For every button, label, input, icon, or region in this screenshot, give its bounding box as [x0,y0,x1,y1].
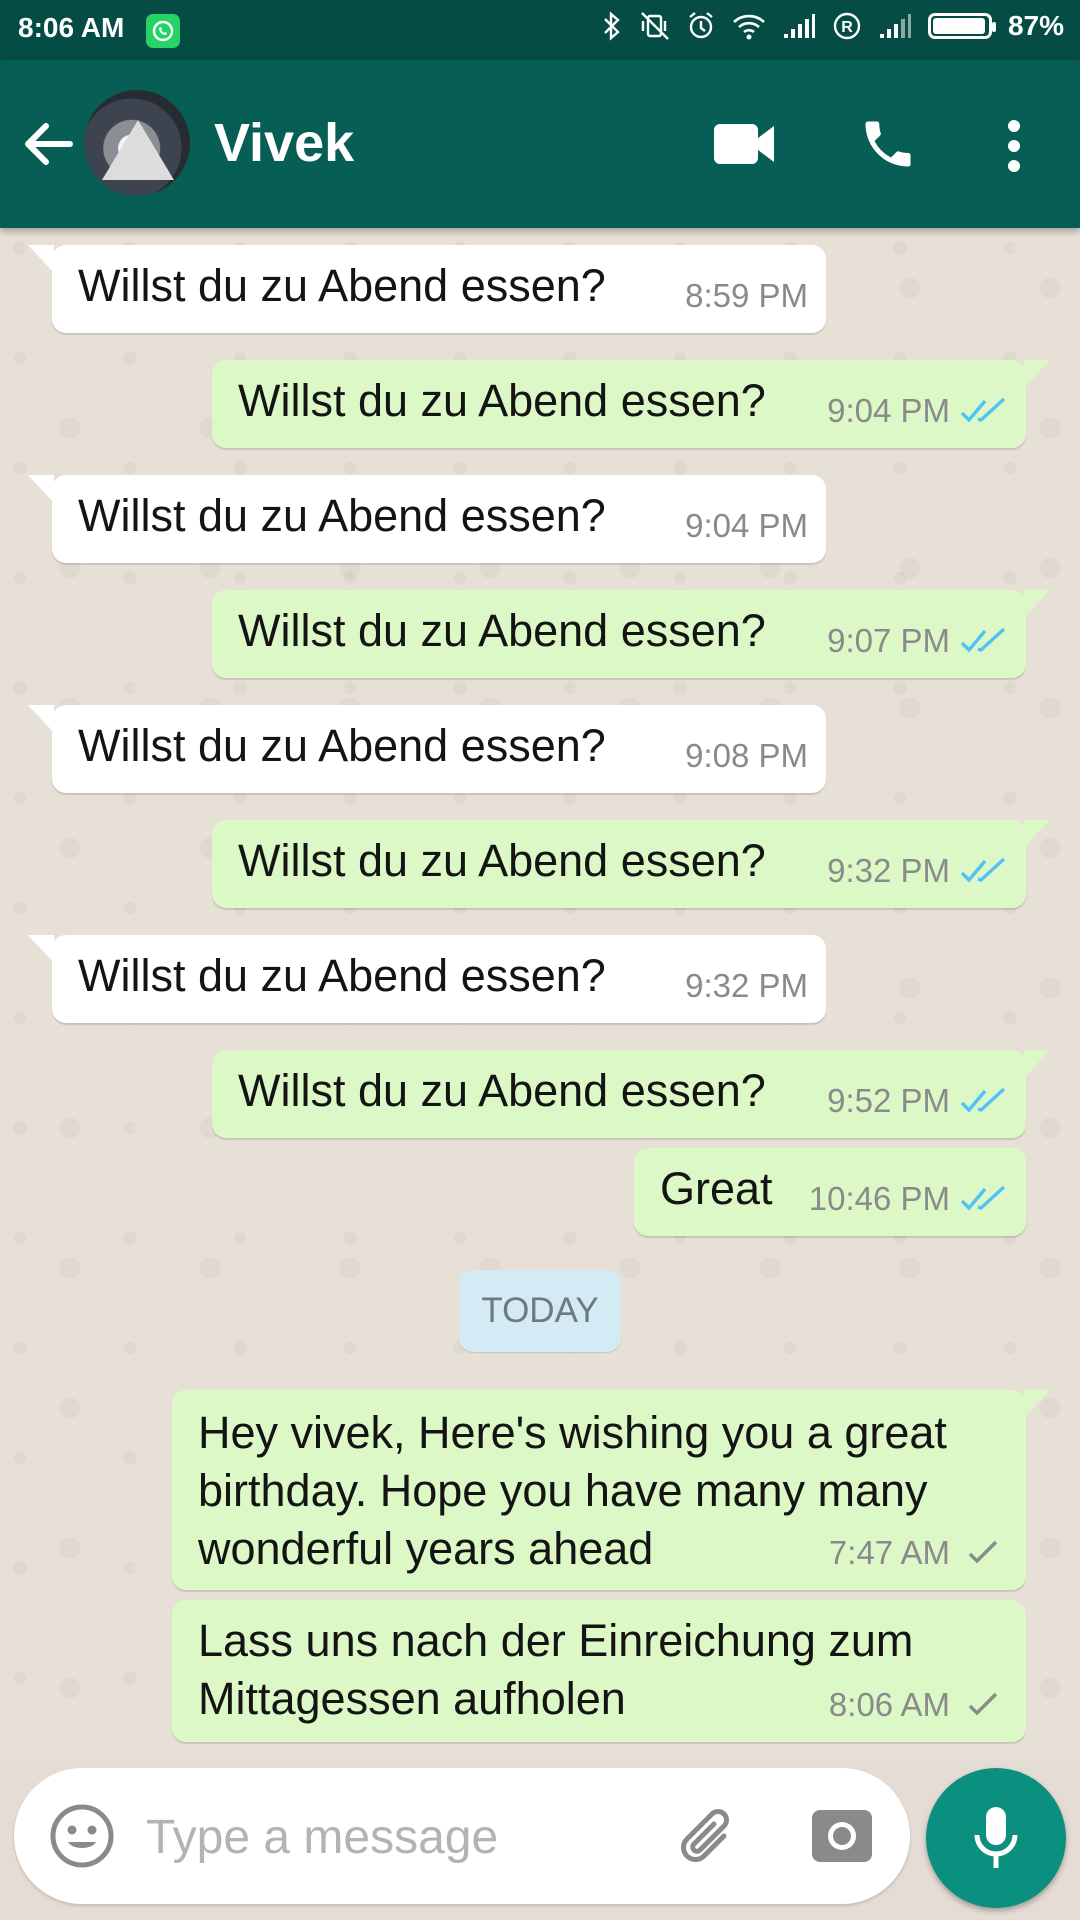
check-sent-icon [968,1692,998,1716]
message-time: 8:06 AM [828,1686,950,1723]
message-time: 10:46 PM [808,1180,950,1217]
status-time: 8:06 AM [18,12,125,43]
message-time: 8:59 PM [685,277,808,314]
double-check-read-icon [960,857,1006,883]
incoming-message[interactable]: Willst du zu Abend essen? 8:59 PM [28,245,826,333]
svg-text:R: R [841,19,853,36]
bluetooth-icon [602,11,622,41]
vibrate-off-icon [638,11,670,41]
whatsapp-icon [146,14,180,48]
more-vert-icon[interactable] [1000,116,1028,176]
message-text: Willst du zu Abend essen? [78,720,606,771]
message-time: 9:07 PM [827,622,950,659]
avatar[interactable] [84,90,190,196]
message-time: 9:04 PM [685,507,808,544]
phone-icon[interactable] [858,114,918,174]
video-call-icon[interactable] [712,118,776,170]
outgoing-message[interactable]: Great 10:46 PM [634,1148,1026,1236]
message-time: 9:32 PM [685,967,808,1004]
date-separator: TODAY [459,1270,621,1352]
double-check-read-icon [960,397,1006,423]
wifi-icon [732,12,766,40]
mic-button[interactable] [926,1768,1066,1908]
message-text: Willst du zu Abend essen? [238,605,766,656]
double-check-read-icon [960,1185,1006,1211]
alarm-icon [686,11,716,41]
contact-name[interactable]: Vivek [214,112,354,174]
message-time: 9:52 PM [827,1082,950,1119]
message-text: Willst du zu Abend essen? [238,835,766,886]
message-time: 9:04 PM [827,392,950,429]
back-arrow-icon[interactable] [20,116,76,172]
outgoing-message[interactable]: Hey vivek, Here's wishing you a great bi… [172,1390,1050,1590]
message-input[interactable] [144,1798,648,1876]
outgoing-message[interactable]: Willst du zu Abend essen? 9:52 PM [212,1050,1050,1138]
camera-icon[interactable] [810,1806,874,1866]
message-text: Willst du zu Abend essen? [78,260,606,311]
outgoing-message[interactable]: Willst du zu Abend essen? 9:07 PM [212,590,1050,678]
double-check-read-icon [960,1087,1006,1113]
message-list[interactable]: Willst du zu Abend essen? 8:59 PM Willst… [0,228,1080,1760]
message-time: 9:08 PM [685,737,808,774]
check-sent-icon [968,1540,998,1564]
battery-icon [927,13,996,39]
chat-header: Vivek [0,60,1080,228]
mic-icon [974,1807,1018,1868]
incoming-message[interactable]: Willst du zu Abend essen? 9:32 PM [28,935,826,1023]
message-text: Willst du zu Abend essen? [238,375,766,426]
roaming-icon: R [832,11,862,41]
status-bar: 8:06 AM R 87% [0,0,1080,60]
emoji-icon[interactable] [48,1802,116,1870]
message-text: Willst du zu Abend essen? [78,950,606,1001]
battery-percent: 87% [1007,10,1064,41]
message-text: Willst du zu Abend essen? [78,490,606,541]
outgoing-message[interactable]: Lass uns nach der Einreichung zum Mittag… [172,1600,1026,1742]
message-time: 7:47 AM [828,1534,950,1571]
outgoing-message[interactable]: Willst du zu Abend essen? 9:32 PM [212,820,1050,908]
message-time: 9:32 PM [827,852,950,889]
incoming-message[interactable]: Willst du zu Abend essen? 9:04 PM [28,475,826,563]
double-check-read-icon [960,627,1006,653]
attach-icon[interactable] [674,1802,742,1870]
message-text: Great [660,1163,773,1214]
message-composer [14,1768,910,1904]
incoming-message[interactable]: Willst du zu Abend essen? 9:08 PM [28,705,826,793]
outgoing-message[interactable]: Willst du zu Abend essen? 9:04 PM [212,360,1050,448]
signal-icon [878,12,912,40]
message-text: Willst du zu Abend essen? [238,1065,766,1116]
signal-icon [782,12,816,40]
